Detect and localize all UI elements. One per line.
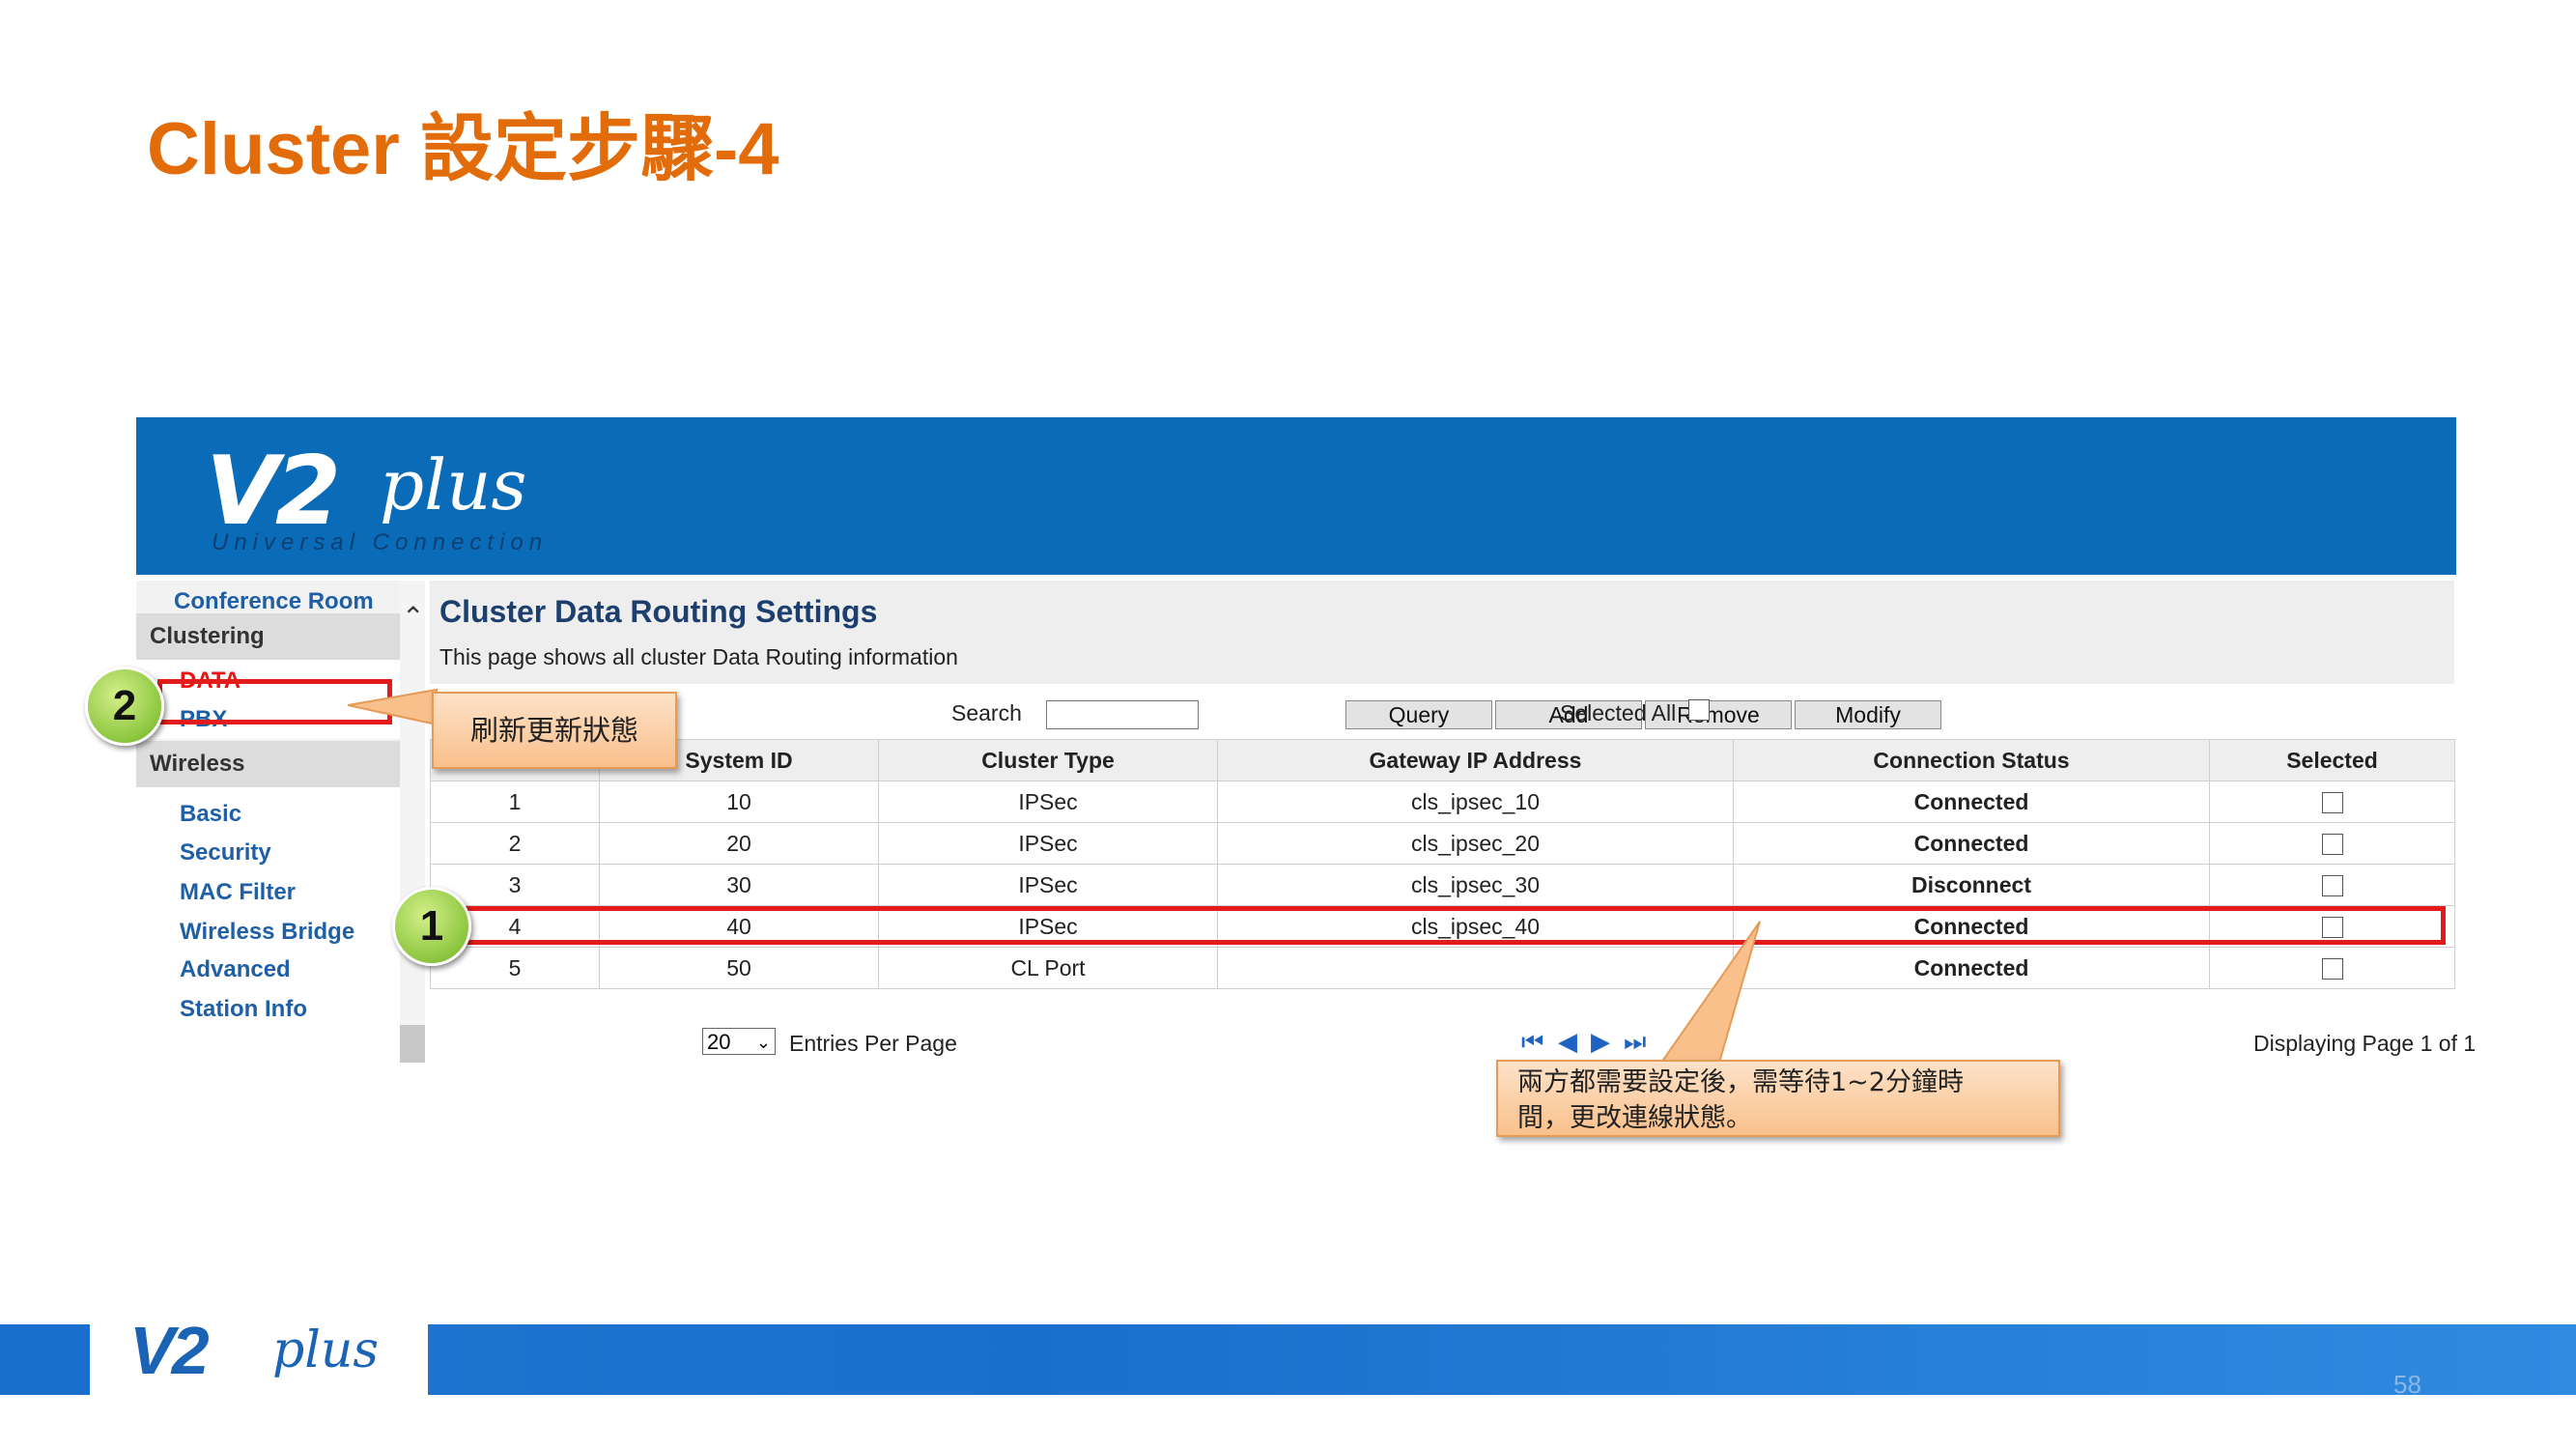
callout-pointer-wait [1659,921,1761,1064]
callout-pointer-refresh [348,688,438,726]
callout-wait-line-2: 間，更改連線狀態。 [1517,1103,1752,1133]
search-input[interactable] [1046,700,1199,729]
header-banner: V2 plus Universal Connection [136,417,2456,575]
table-row[interactable]: 5 50 CL Port Connected [430,947,2455,989]
selected-all-label: Selected All [1560,700,1677,725]
row-cluster-type: IPSec [878,864,1218,906]
scrollbar-thumb[interactable] [400,1025,425,1063]
row-select-cell [2209,947,2455,989]
selected-all-checkbox[interactable] [1688,699,1710,721]
first-page-icon[interactable]: ⏮ [1521,1027,1543,1058]
row-status: Connected [1733,781,2210,823]
modify-button[interactable]: Modify [1795,700,1941,729]
footer-logo-script: plus [272,1321,380,1379]
prev-page-icon[interactable]: ◀ [1558,1027,1577,1057]
entries-per-page-select[interactable]: 20 ⌄ [702,1028,776,1055]
query-button[interactable]: Query [1345,700,1492,729]
pagination-status: Displaying Page 1 of 1 [2253,1031,2477,1056]
row-system-id: 10 [599,781,879,823]
row-select-checkbox[interactable] [2321,958,2343,980]
sidebar-item-conference-room[interactable]: Conference Room [174,588,374,615]
sidebar-scrollbar[interactable] [400,581,425,1063]
callout-refresh: 刷新更新狀態 [432,692,677,769]
column-header-gateway-ip[interactable]: Gateway IP Address [1217,739,1734,781]
row-gateway: cls_ipsec_20 [1217,822,1734,865]
footer-bar-left [0,1324,90,1395]
cluster-routing-table: System ID Cluster Type Gateway IP Addres… [430,739,2455,989]
column-header-connection-status[interactable]: Connection Status [1733,739,2210,781]
row-status: Disconnect [1733,864,2210,906]
row-gateway: cls_ipsec_10 [1217,781,1734,823]
row-system-id: 20 [599,822,879,865]
footer-logo: V2 [129,1313,210,1388]
row-status: Connected [1733,822,2210,865]
table-row[interactable]: 1 10 IPSec cls_ipsec_10 Connected [430,781,2455,823]
row-select-checkbox[interactable] [2321,834,2343,856]
row-cluster-type: CL Port [878,947,1218,989]
content-header: Cluster Data Routing Settings This page … [430,581,2454,684]
search-label: Search [951,700,1022,725]
chevron-down-icon: ⌄ [755,1033,771,1052]
brand-logo-script: plus [380,444,527,526]
chevron-up-icon[interactable]: ⌃ [402,601,424,633]
entries-per-page-label: Entries Per Page [789,1031,957,1056]
row-system-id: 50 [599,947,879,989]
row-status: Connected [1733,947,2210,989]
slide-number: 58 [2393,1370,2421,1399]
content-panel: Cluster Data Routing Settings This page … [430,581,2476,1063]
sidebar-item-mac-filter[interactable]: MAC Filter [180,879,296,906]
entries-per-page-value: 20 [707,1030,731,1054]
page-description: This page shows all cluster Data Routing… [439,644,958,669]
row-select-checkbox[interactable] [2321,792,2343,814]
table-row[interactable]: 2 20 IPSec cls_ipsec_20 Connected [430,822,2455,865]
sidebar-item-wireless-bridge[interactable]: Wireless Bridge [180,919,354,946]
table-header-row: System ID Cluster Type Gateway IP Addres… [430,739,2455,781]
table-row[interactable]: 3 30 IPSec cls_ipsec_30 Disconnect [430,864,2455,906]
page-heading: Cluster Data Routing Settings [439,594,878,629]
sidebar-item-station-info[interactable]: Station Info [180,996,307,1023]
callout-wait: 兩方都需要設定後，需等待1~2分鐘時 間，更改連線狀態。 [1496,1060,2060,1137]
callout-wait-line-1: 兩方都需要設定後，需等待1~2分鐘時 [1517,1067,1964,1097]
sidebar-header-clustering[interactable]: Clustering [136,613,400,660]
sidebar: Conference Room Clustering DATA PBX Wire… [136,581,400,1063]
highlight-row-4 [425,906,2446,945]
row-gateway: cls_ipsec_30 [1217,864,1734,906]
row-cluster-type: IPSec [878,781,1218,823]
column-header-selected[interactable]: Selected [2209,739,2455,781]
sidebar-header-wireless[interactable]: Wireless [136,741,400,787]
sidebar-item-basic[interactable]: Basic [180,801,241,828]
sidebar-item-advanced[interactable]: Advanced [180,956,291,983]
slide-title: Cluster 設定步驟-4 [147,108,779,190]
brand-tagline: Universal Connection [212,529,549,555]
row-cluster-type: IPSec [878,822,1218,865]
sidebar-item-security[interactable]: Security [180,839,271,867]
step-badge-2: 2 [85,667,164,746]
row-select-cell [2209,781,2455,823]
row-select-cell [2209,864,2455,906]
row-select-cell [2209,822,2455,865]
step-badge-1: 1 [392,887,471,966]
row-select-checkbox[interactable] [2321,875,2343,897]
row-system-id: 30 [599,864,879,906]
row-index: 1 [430,781,600,823]
column-header-cluster-type[interactable]: Cluster Type [878,739,1218,781]
row-index: 2 [430,822,600,865]
